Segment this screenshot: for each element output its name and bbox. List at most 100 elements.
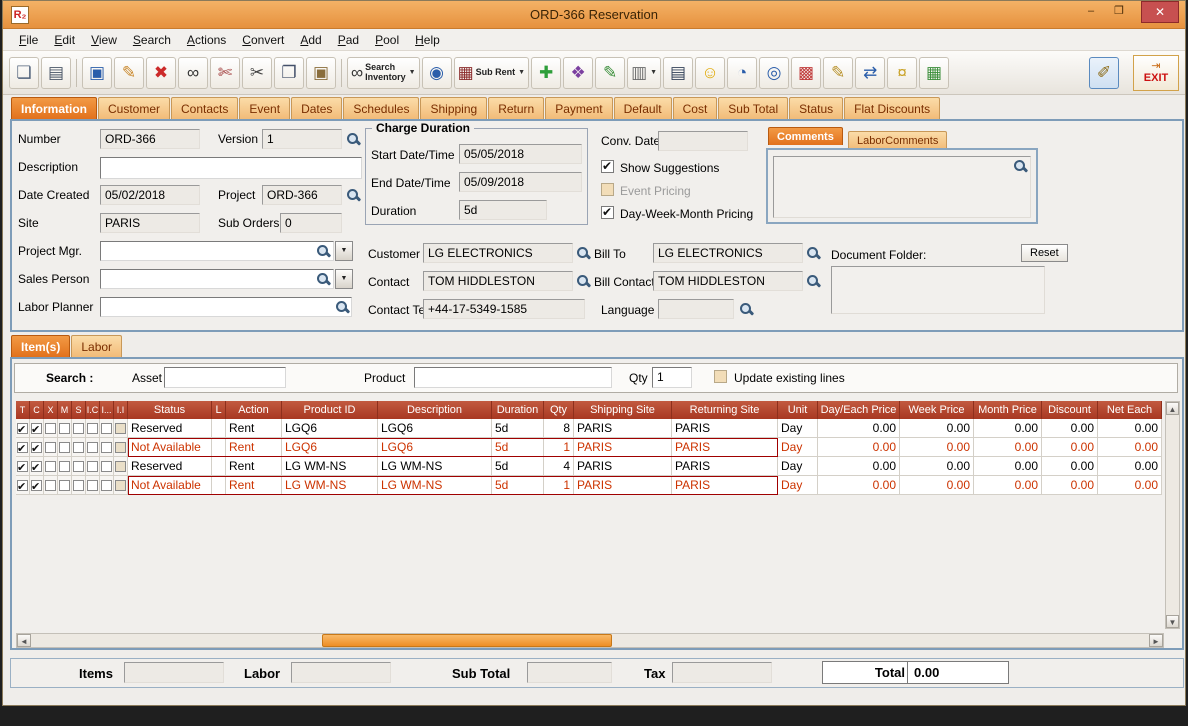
row-checkbox-cell[interactable] [86, 438, 100, 457]
edit-button[interactable]: ✎ [114, 57, 144, 89]
column-header-c[interactable]: C [30, 401, 44, 419]
labor-planner-search-icon[interactable] [334, 299, 349, 314]
column-header-i-[interactable]: I... [100, 401, 114, 419]
tab-shipping[interactable]: Shipping [420, 97, 487, 119]
column-header-qty[interactable]: Qty [544, 401, 574, 419]
row-checkbox[interactable] [115, 423, 126, 434]
row-checkbox-cell[interactable] [72, 438, 86, 457]
column-header-net-each[interactable]: Net Each [1098, 401, 1162, 419]
bill-contact-field[interactable]: TOM HIDDLESTON [653, 271, 803, 291]
vertical-scrollbar[interactable]: ▲ ▼ [1165, 401, 1180, 629]
sub-rent-button[interactable]: ▦Sub Rent▼ [454, 57, 530, 89]
row-checkbox[interactable] [31, 442, 42, 453]
sub-rent-button-dropdown-icon[interactable]: ▼ [518, 69, 525, 76]
row-checkbox[interactable] [59, 423, 70, 434]
save-button[interactable]: ▣ [82, 57, 112, 89]
menu-file[interactable]: File [11, 31, 46, 49]
site-field[interactable]: PARIS [100, 213, 200, 233]
item-row[interactable]: Not AvailableRentLGQ6LGQ65d1PARISPARISDa… [16, 438, 1162, 457]
paste-button[interactable]: ▣ [306, 57, 336, 89]
product-input[interactable] [414, 367, 612, 388]
cube-button[interactable]: ▩ [791, 57, 821, 89]
search-inventory-button-dropdown-icon[interactable]: ▼ [409, 69, 416, 76]
tab-default[interactable]: Default [614, 97, 672, 119]
description-field[interactable] [100, 157, 362, 179]
row-checkbox[interactable] [59, 461, 70, 472]
column-header-x[interactable]: X [44, 401, 58, 419]
exit-button[interactable]: ⇥ EXIT [1133, 55, 1179, 91]
row-checkbox[interactable] [17, 423, 28, 434]
row-checkbox-cell[interactable] [114, 476, 128, 495]
menu-edit[interactable]: Edit [46, 31, 83, 49]
customer-field[interactable]: LG ELECTRONICS [423, 243, 573, 263]
sub-orders-field[interactable]: 0 [280, 213, 342, 233]
print-button[interactable]: ▤ [41, 57, 71, 89]
row-checkbox[interactable] [115, 442, 126, 453]
customer-search-icon[interactable] [575, 245, 590, 260]
row-checkbox-cell[interactable] [30, 438, 44, 457]
scroll-up-icon[interactable]: ▲ [1166, 402, 1179, 415]
tab-payment[interactable]: Payment [545, 97, 612, 119]
print-labels-button[interactable]: ▤ [663, 57, 693, 89]
row-checkbox-cell[interactable] [114, 438, 128, 457]
end-date-field[interactable]: 05/09/2018 [459, 172, 582, 192]
reset-button[interactable]: Reset [1021, 244, 1068, 262]
sales-person-search-icon[interactable] [315, 271, 330, 286]
day-week-month-pricing-checkbox[interactable] [601, 206, 614, 219]
event-pricing-checkbox[interactable] [601, 183, 614, 196]
sales-person-field[interactable] [100, 269, 334, 289]
row-checkbox-cell[interactable] [58, 476, 72, 495]
horizontal-scroll-thumb[interactable] [322, 634, 612, 647]
show-suggestions-checkbox[interactable] [601, 160, 614, 173]
column-header-returning-site[interactable]: Returning Site [672, 401, 778, 419]
menu-help[interactable]: Help [407, 31, 448, 49]
row-checkbox[interactable] [73, 423, 84, 434]
tab-dates[interactable]: Dates [291, 97, 342, 119]
tab-cost[interactable]: Cost [673, 97, 718, 119]
menu-add[interactable]: Add [292, 31, 329, 49]
new-document-button[interactable]: ❏ [9, 57, 39, 89]
version-search-icon[interactable] [345, 131, 360, 146]
project-mgr-dropdown[interactable]: ▼ [335, 241, 353, 261]
smiley-button[interactable]: ☺ [695, 57, 725, 89]
row-checkbox-cell[interactable] [86, 457, 100, 476]
row-checkbox-cell[interactable] [114, 457, 128, 476]
comments-search-icon[interactable] [1012, 158, 1027, 173]
scroll-right-icon[interactable]: ► [1149, 634, 1163, 647]
add-button[interactable]: ✚ [531, 57, 561, 89]
row-checkbox[interactable] [45, 461, 56, 472]
row-checkbox-cell[interactable] [58, 438, 72, 457]
column-header-product-id[interactable]: Product ID [282, 401, 378, 419]
start-date-field[interactable]: 05/05/2018 [459, 144, 582, 164]
tab-status[interactable]: Status [789, 97, 843, 119]
cards-button-dropdown-icon[interactable]: ▼ [650, 69, 657, 76]
tab-comments[interactable]: Comments [768, 127, 843, 145]
row-checkbox[interactable] [59, 442, 70, 453]
row-checkbox[interactable] [87, 423, 98, 434]
tab-return[interactable]: Return [488, 97, 544, 119]
version-field[interactable]: 1 [262, 129, 342, 149]
column-header-month-price[interactable]: Month Price [974, 401, 1042, 419]
column-header-duration[interactable]: Duration [492, 401, 544, 419]
tab-customer[interactable]: Customer [98, 97, 170, 119]
row-checkbox-cell[interactable] [72, 457, 86, 476]
transfer-button[interactable]: ⇄ [855, 57, 885, 89]
menu-pad[interactable]: Pad [330, 31, 367, 49]
row-checkbox-cell[interactable] [58, 419, 72, 438]
notes-button[interactable]: ✎ [823, 57, 853, 89]
date-created-field[interactable]: 05/02/2018 [100, 185, 200, 205]
row-checkbox[interactable] [73, 461, 84, 472]
money-button[interactable]: ¤ [887, 57, 917, 89]
row-checkbox-cell[interactable] [58, 457, 72, 476]
cut-button[interactable]: ✂ [242, 57, 272, 89]
column-header-i-c[interactable]: I.C [86, 401, 100, 419]
bill-to-search-icon[interactable] [805, 245, 820, 260]
menu-search[interactable]: Search [125, 31, 179, 49]
group-button[interactable]: ❖ [563, 57, 593, 89]
pool-button[interactable]: ◉ [422, 57, 452, 89]
contact-tel-field[interactable]: +44-17-5349-1585 [423, 299, 585, 319]
scroll-left-icon[interactable]: ◄ [17, 634, 31, 647]
row-checkbox[interactable] [31, 423, 42, 434]
copy-button[interactable]: ❐ [274, 57, 304, 89]
bill-contact-search-icon[interactable] [805, 273, 820, 288]
